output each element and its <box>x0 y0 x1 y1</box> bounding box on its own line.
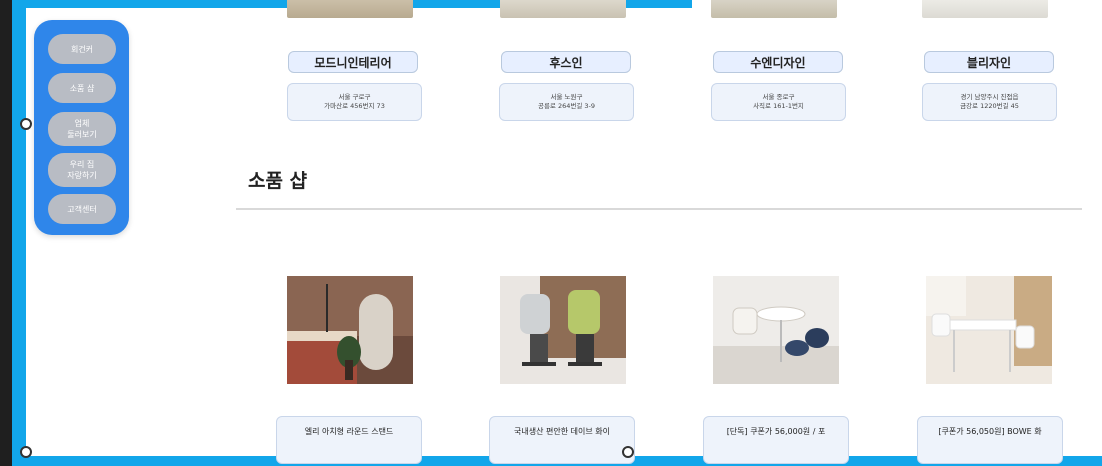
product-image-chairs[interactable] <box>500 276 626 384</box>
store-image[interactable] <box>711 0 837 18</box>
store-address: 경기 남양주시 진접읍 금강로 1220번길 45 <box>922 83 1057 121</box>
store-image[interactable] <box>922 0 1048 18</box>
store-image[interactable] <box>287 0 413 18</box>
store-image[interactable] <box>500 0 626 18</box>
store-name[interactable]: 수엔디자인 <box>713 51 843 73</box>
product-image-dining[interactable] <box>926 276 1052 384</box>
product-title: 국내생산 편안한 데이브 화이 <box>514 427 610 436</box>
side-menu-item-support[interactable]: 고객센터 <box>48 194 116 224</box>
product-title: [쿠폰가 56,050원] BOWE 화 <box>938 427 1042 436</box>
resize-handle[interactable] <box>20 118 32 130</box>
store-address: 서울 노원구 공릉로 264번길 3-9 <box>499 83 634 121</box>
product-card[interactable]: 엘리 아치형 라운드 스탠드 <box>276 416 422 464</box>
store-address: 서울 종로구 사직로 161-1번지 <box>711 83 846 121</box>
store-name[interactable]: 블리자인 <box>924 51 1054 73</box>
section-divider <box>236 208 1082 210</box>
product-image-table-set[interactable] <box>713 276 839 384</box>
product-card[interactable]: 국내생산 편안한 데이브 화이 <box>489 416 635 464</box>
side-menu-item-browse-stores[interactable]: 업체 둘러보기 <box>48 112 116 146</box>
side-menu-item-show-home[interactable]: 우리 집 자랑하기 <box>48 153 116 187</box>
product-title: [단독] 쿠폰가 56,000원 / 포 <box>726 427 826 436</box>
side-menu: 회건커 소품 샵 업체 둘러보기 우리 집 자랑하기 고객센터 <box>34 20 129 235</box>
product-card[interactable]: [쿠폰가 56,050원] BOWE 화 <box>917 416 1063 464</box>
resize-handle[interactable] <box>20 446 32 458</box>
product-image-bedroom[interactable] <box>287 276 413 384</box>
store-name[interactable]: 모드니인테리어 <box>288 51 418 73</box>
store-address: 서울 구로구 가마산로 456번지 73 <box>287 83 422 121</box>
product-title: 엘리 아치형 라운드 스탠드 <box>304 427 394 436</box>
store-name[interactable]: 후스인 <box>501 51 631 73</box>
product-card[interactable]: [단독] 쿠폰가 56,000원 / 포 <box>703 416 849 464</box>
frame-left-border <box>12 0 26 466</box>
side-menu-item-prop-shop[interactable]: 소품 샵 <box>48 73 116 103</box>
frame-left-edge <box>0 0 12 466</box>
resize-handle[interactable] <box>622 446 634 458</box>
side-menu-item-home[interactable]: 회건커 <box>48 34 116 64</box>
section-title: 소품 샵 <box>248 170 308 192</box>
